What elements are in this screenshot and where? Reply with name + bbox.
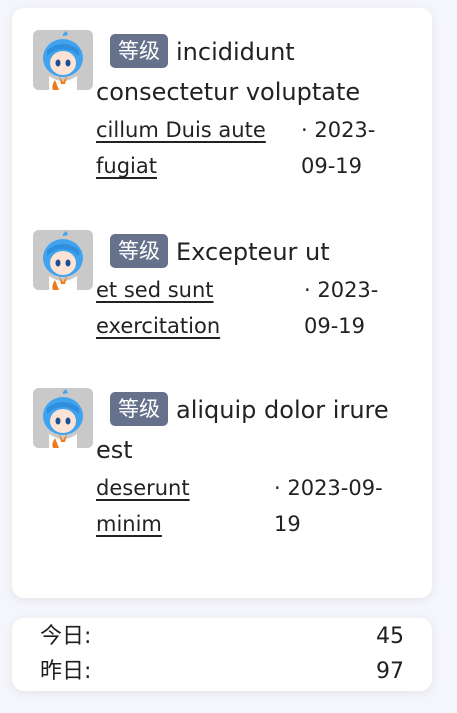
post-content: 等级 aliquip dolor irure est deserunt minim… xyxy=(96,390,416,542)
post-list-card: 等级 incididunt consectetur voluptate cillu… xyxy=(12,8,432,598)
author-link[interactable]: et sed sunt exercitation xyxy=(96,272,246,344)
post-date: · 2023-09-19 xyxy=(301,118,376,178)
avatar[interactable] xyxy=(33,30,93,90)
post-meta: et sed sunt exercitation · 2023-09-19 xyxy=(96,272,416,344)
level-badge: 等级 xyxy=(110,392,168,426)
author-link[interactable]: cillum Duis aute fugiat xyxy=(96,112,286,184)
author-link[interactable]: deserunt minim xyxy=(96,470,216,542)
post-content: 等级 Excepteur ut et sed sunt exercitation … xyxy=(96,232,416,344)
post-title-text[interactable]: Excepteur ut xyxy=(176,238,330,266)
yesterday-label: 昨日: xyxy=(40,659,92,684)
post-meta: deserunt minim · 2023-09-19 xyxy=(96,470,416,542)
post-meta: cillum Duis aute fugiat · 2023-09-19 xyxy=(96,112,416,184)
stat-row-yesterday: 昨日: 97 xyxy=(40,655,404,689)
today-value: 45 xyxy=(376,624,404,649)
avatar[interactable] xyxy=(33,230,93,290)
level-badge: 等级 xyxy=(110,34,168,68)
anime-avatar-icon xyxy=(33,230,93,290)
avatar[interactable] xyxy=(33,388,93,448)
level-badge: 等级 xyxy=(110,234,168,268)
anime-avatar-icon xyxy=(33,30,93,90)
post-title[interactable]: 等级 Excepteur ut xyxy=(96,232,416,272)
post-title[interactable]: 等级 aliquip dolor irure est xyxy=(96,390,416,470)
post-title[interactable]: 等级 incididunt consectetur voluptate xyxy=(96,32,416,112)
post-date: · 2023-09-19 xyxy=(304,278,379,338)
today-label: 今日: xyxy=(40,624,92,649)
post-content: 等级 incididunt consectetur voluptate cillu… xyxy=(96,32,416,184)
post-date: · 2023-09-19 xyxy=(274,476,383,536)
yesterday-value: 97 xyxy=(376,659,404,684)
visit-stats-card: 今日: 45 昨日: 97 xyxy=(12,618,432,691)
anime-avatar-icon xyxy=(33,388,93,448)
stat-row-today: 今日: 45 xyxy=(40,620,404,654)
